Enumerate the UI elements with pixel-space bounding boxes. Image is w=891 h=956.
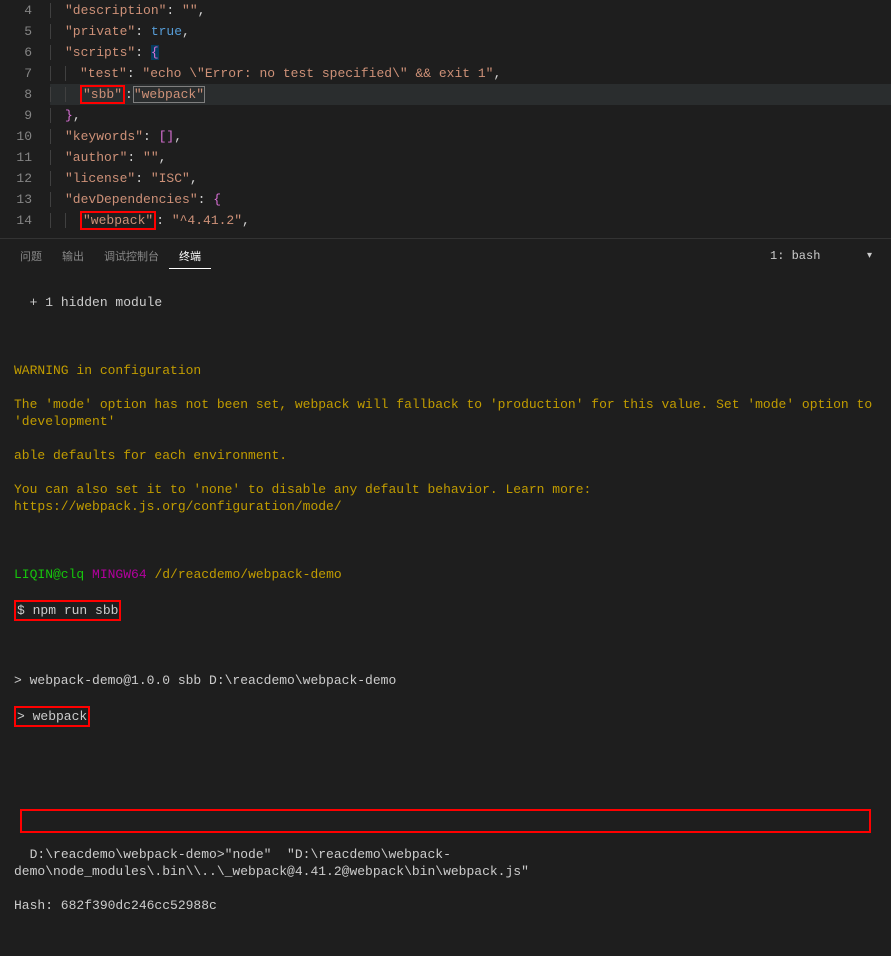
code-line[interactable]: "scripts": { <box>50 42 891 63</box>
highlight-box <box>20 809 871 833</box>
terminal-selector[interactable]: 1: bash ▾ <box>761 246 881 266</box>
chevron-down-icon: ▾ <box>867 250 872 262</box>
terminal-line: The 'mode' option has not been set, webp… <box>14 396 877 430</box>
terminal-line: Hash: 682f390dc246cc52988c <box>14 897 877 914</box>
highlight-webpack-key: "webpack" <box>80 211 156 230</box>
code-line[interactable]: "webpack": "^4.41.2", <box>50 210 891 231</box>
terminal-prompt: LIQIN@clq MINGW64 /d/reacdemo/webpack-de… <box>14 566 877 583</box>
terminal-line: WARNING in configuration <box>14 362 877 379</box>
code-line[interactable]: }, <box>50 105 891 126</box>
line-number: 10 <box>0 126 32 147</box>
line-number: 4 <box>0 0 32 21</box>
terminal-command: $ npm run sbb <box>14 600 877 621</box>
highlight-sbb-key: "sbb" <box>80 85 125 104</box>
panel-tabs: 问题 输出 调试控制台 终端 1: bash ▾ <box>0 239 891 269</box>
code-line[interactable]: "test": "echo \"Error: no test specified… <box>50 63 891 84</box>
tab-problems[interactable]: 问题 <box>10 244 52 268</box>
line-number: 7 <box>0 63 32 84</box>
terminal-line: > webpack-demo@1.0.0 sbb D:\reacdemo\web… <box>14 672 877 689</box>
code-line[interactable]: "keywords": [], <box>50 126 891 147</box>
line-number: 12 <box>0 168 32 189</box>
code-area[interactable]: "description": "", "private": true, "scr… <box>50 0 891 238</box>
tab-terminal[interactable]: 终端 <box>169 244 211 269</box>
line-number: 14 <box>0 210 32 231</box>
terminal-line: > webpack <box>14 706 877 727</box>
tab-debug-console[interactable]: 调试控制台 <box>94 244 169 268</box>
line-number: 13 <box>0 189 32 210</box>
terminal-line: + 1 hidden module <box>14 294 877 311</box>
terminal-line: able defaults for each environment. <box>14 447 877 464</box>
terminal-line: D:\reacdemo\webpack-demo>"node" "D:\reac… <box>14 847 529 879</box>
line-number: 6 <box>0 42 32 63</box>
code-line[interactable]: "private": true, <box>50 21 891 42</box>
code-line[interactable]: "author": "", <box>50 147 891 168</box>
terminal-line: You can also set it to 'none' to disable… <box>14 481 877 515</box>
line-number: 11 <box>0 147 32 168</box>
terminal-output[interactable]: + 1 hidden module WARNING in configurati… <box>0 269 891 956</box>
code-line[interactable]: "devDependencies": { <box>50 189 891 210</box>
selected-text: "webpack" <box>133 86 205 103</box>
code-line[interactable]: "sbb":"webpack" <box>50 84 891 105</box>
tab-output[interactable]: 输出 <box>52 244 94 268</box>
line-number: 9 <box>0 105 32 126</box>
code-line[interactable]: "description": "", <box>50 0 891 21</box>
line-number: 5 <box>0 21 32 42</box>
line-number: 8 <box>0 84 32 105</box>
line-gutter: 4 5 6 7 8 9 10 11 12 13 14 <box>0 0 50 238</box>
code-line[interactable]: "license": "ISC", <box>50 168 891 189</box>
